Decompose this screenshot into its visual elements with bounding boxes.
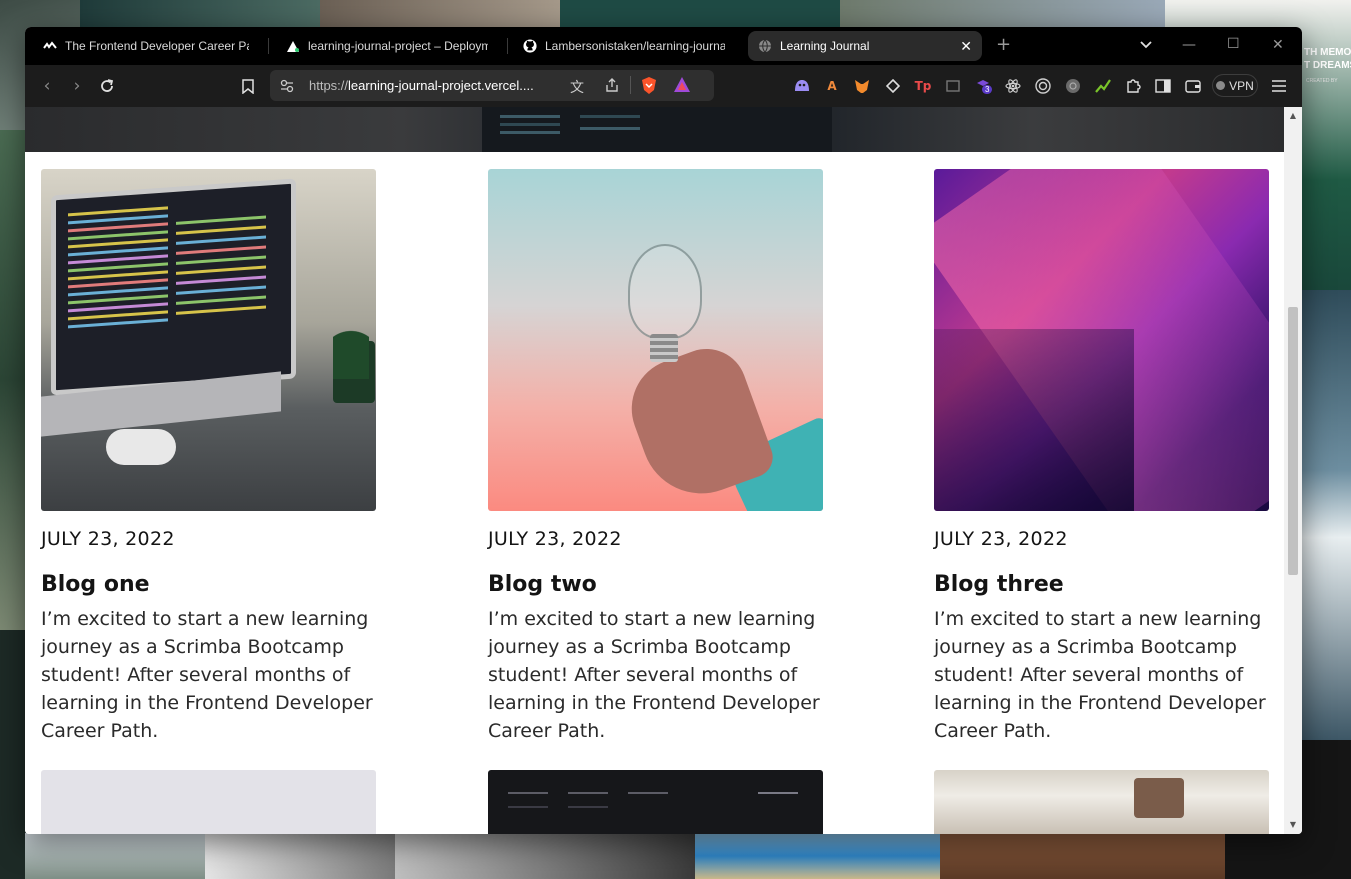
blog-title[interactable]: Blog one — [41, 572, 376, 597]
blog-date: JULY 23, 2022 — [934, 528, 1068, 550]
blog-card[interactable]: JULY 23, 2022 Blog three I’m excited to … — [934, 169, 1269, 745]
brave-shields-icon[interactable] — [640, 76, 658, 99]
target-extension-icon[interactable] — [1034, 77, 1052, 95]
translate-icon[interactable]: 文 — [570, 77, 584, 97]
page-viewport: JULY 23, 2022 Blog one I’m excited to st… — [25, 107, 1284, 834]
address-bar[interactable]: https://learning-journal-project.vercel.… — [270, 70, 714, 101]
badge-extension-icon[interactable]: 3 — [974, 77, 993, 95]
tab-title: Lambersonistaken/learning-journal-projec… — [545, 39, 725, 53]
tab-bar: The Frontend Developer Career Path learn… — [25, 27, 1302, 65]
tab-title: The Frontend Developer Career Path — [65, 39, 249, 53]
blog-card-image-laptop[interactable] — [41, 169, 376, 511]
extension-a-icon[interactable]: A — [823, 77, 841, 95]
diamond-extension-icon[interactable] — [884, 77, 902, 95]
page-scrollbar[interactable]: ▲ ▼ — [1284, 107, 1302, 834]
blog-date: JULY 23, 2022 — [488, 528, 622, 550]
blog-title[interactable]: Blog three — [934, 572, 1269, 597]
tp-extension-icon[interactable]: Tp — [914, 77, 932, 95]
metamask-icon[interactable] — [853, 77, 871, 95]
react-devtools-icon[interactable] — [1004, 77, 1022, 95]
scrimba-icon — [43, 39, 57, 53]
wallpaper-poster-text: TH MEMOR T DREAMS — [1304, 47, 1351, 71]
tab-learning-journal[interactable]: Learning Journal ✕ — [748, 31, 982, 61]
blog-card-image-next[interactable] — [488, 770, 823, 834]
brave-rewards-icon[interactable] — [673, 76, 691, 97]
vpn-status-icon — [1216, 81, 1226, 90]
grey-circle-extension-icon[interactable] — [1064, 77, 1082, 95]
forward-button[interactable]: › — [65, 74, 89, 98]
chart-extension-icon[interactable] — [1094, 77, 1112, 95]
tab-search-chevron-icon[interactable] — [1140, 37, 1152, 53]
back-button[interactable]: ‹ — [35, 74, 59, 98]
blog-excerpt: I’m excited to start a new learning jour… — [41, 608, 373, 742]
share-icon[interactable] — [604, 77, 620, 97]
tab-title: learning-journal-project – Deployment — [308, 39, 488, 53]
vpn-button[interactable]: VPN — [1212, 74, 1258, 97]
blog-card[interactable]: JULY 23, 2022 Blog two I’m excited to st… — [488, 169, 823, 745]
maximize-button[interactable]: ☐ — [1227, 36, 1240, 52]
sidebar-toggle-icon[interactable] — [1154, 77, 1172, 95]
minimize-button[interactable]: — — [1182, 37, 1196, 53]
url-text[interactable]: https://learning-journal-project.vercel.… — [309, 78, 559, 93]
blog-card-image-next[interactable] — [41, 770, 376, 834]
blog-date: JULY 23, 2022 — [41, 528, 175, 550]
blog-card-image-next[interactable] — [934, 770, 1269, 834]
scrollbar-thumb[interactable] — [1288, 307, 1298, 575]
tab-frontend-career-path[interactable]: The Frontend Developer Career Path — [33, 31, 259, 61]
tab-title: Learning Journal — [780, 39, 870, 53]
browser-window: The Frontend Developer Career Path learn… — [25, 27, 1302, 834]
blog-title[interactable]: Blog two — [488, 572, 823, 597]
vercel-icon — [286, 39, 300, 53]
blog-card[interactable]: JULY 23, 2022 Blog one I’m excited to st… — [41, 169, 376, 745]
blog-excerpt: I’m excited to start a new learning jour… — [488, 608, 820, 742]
github-icon — [523, 39, 537, 53]
blog-card-image-abstract[interactable] — [934, 169, 1269, 511]
wallpaper-poster-caption: CREATED BY — [1306, 78, 1338, 84]
bookmark-icon[interactable] — [236, 74, 260, 98]
extensions-puzzle-icon[interactable] — [1124, 77, 1142, 95]
ghost-extension-icon[interactable] — [793, 77, 811, 95]
tab-vercel-deployment[interactable]: learning-journal-project – Deployment — [276, 31, 498, 61]
new-tab-button[interactable]: + — [996, 34, 1011, 55]
scroll-down-arrow-icon[interactable]: ▼ — [1288, 820, 1298, 830]
globe-icon — [758, 39, 772, 53]
blog-card-image-lightbulb[interactable] — [488, 169, 823, 511]
reader-extension-icon[interactable] — [944, 77, 962, 95]
reload-button[interactable] — [95, 74, 119, 98]
menu-icon[interactable] — [1270, 77, 1288, 95]
vpn-label: VPN — [1229, 78, 1254, 93]
blog-excerpt: I’m excited to start a new learning jour… — [934, 608, 1266, 742]
close-window-button[interactable]: ✕ — [1272, 37, 1284, 53]
browser-toolbar: ‹ › https://learning-journal-project.ver… — [25, 65, 1302, 107]
tab-github-repo[interactable]: Lambersonistaken/learning-journal-projec… — [513, 31, 735, 61]
site-settings-icon[interactable] — [280, 78, 294, 97]
scroll-up-arrow-icon[interactable]: ▲ — [1288, 111, 1298, 121]
close-tab-icon[interactable]: ✕ — [960, 38, 972, 55]
hero-banner-image — [25, 107, 1284, 152]
wallet-icon[interactable] — [1184, 77, 1202, 95]
